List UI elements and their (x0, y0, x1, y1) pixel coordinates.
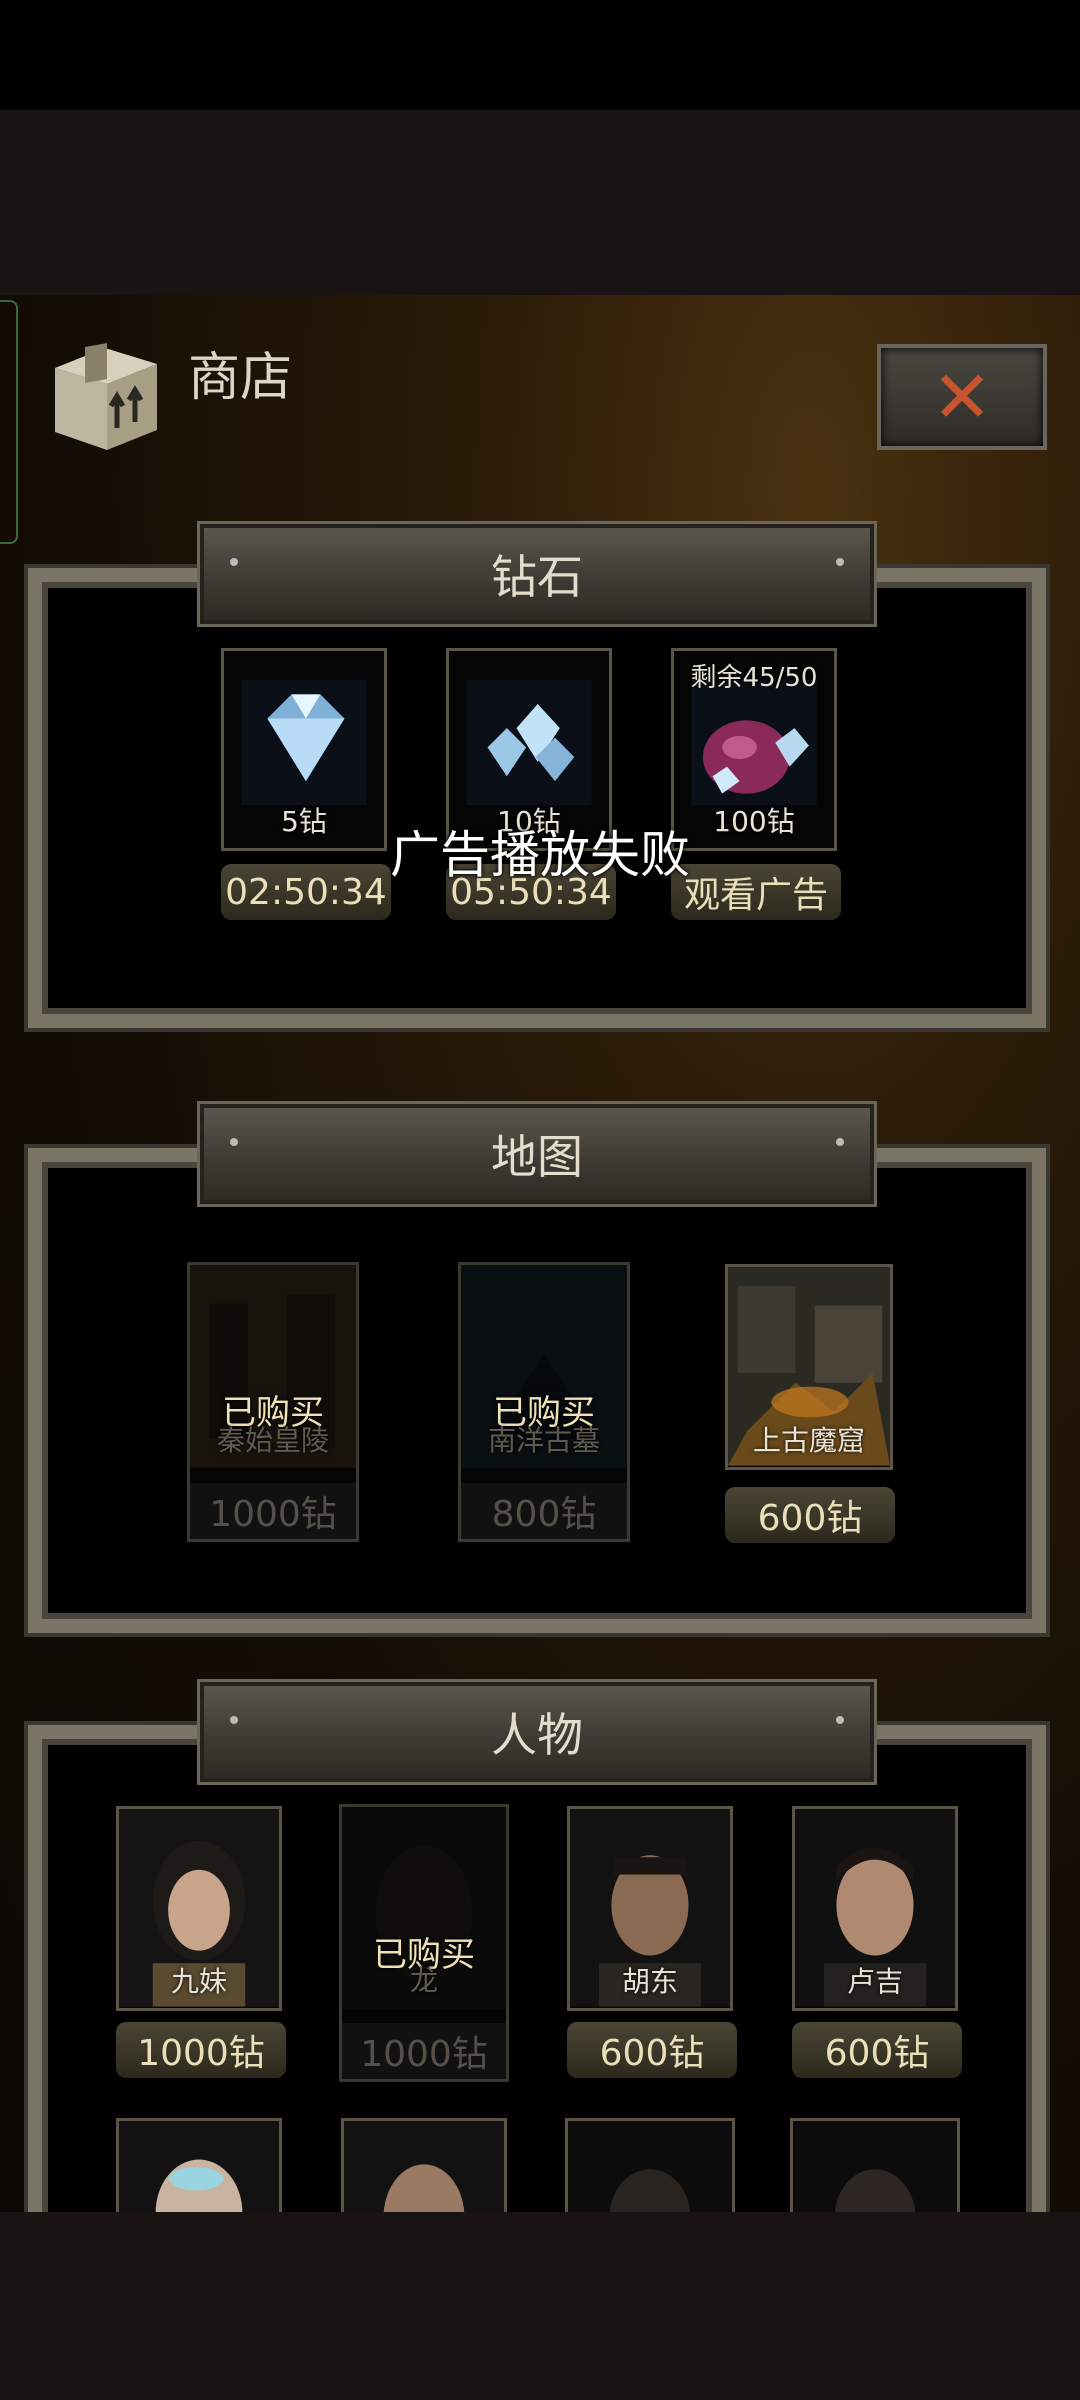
map-item-shanggu[interactable]: 上古魔窟 (725, 1264, 893, 1470)
item-label: 龙 (409, 1964, 438, 1997)
section-banner-diamond: 钻石 (200, 524, 874, 624)
item-label: 卢吉 (846, 1965, 903, 1998)
buy-character-button[interactable]: 600钻 (792, 2022, 962, 2078)
page-title: 商店 (188, 348, 293, 408)
section-banner-map: 地图 (200, 1104, 874, 1204)
character-item-hudong[interactable]: 胡东 (567, 1806, 733, 2011)
status-bar (0, 0, 1080, 110)
edge-handle[interactable] (0, 300, 18, 544)
item-price: 800钻 (461, 1483, 627, 1539)
item-price: 1000钻 (342, 2023, 506, 2079)
map-item-nanyang[interactable]: 已购买 南洋古墓 800钻 (458, 1262, 630, 1542)
buy-character-button[interactable]: 1000钻 (116, 2022, 286, 2078)
character-item-jiumei[interactable]: 九妹 (116, 1806, 282, 2011)
item-label: 上古魔窟 (752, 1424, 865, 1457)
item-label: 南洋古墓 (487, 1424, 600, 1457)
shop-box-icon (55, 343, 157, 450)
close-button[interactable]: ✕ (877, 344, 1047, 450)
character-item-luji[interactable]: 卢吉 (792, 1806, 958, 2011)
item-label: 九妹 (170, 1965, 227, 1998)
section-title: 钻石 (491, 550, 583, 604)
character-item-long[interactable]: 已购买 龙 1000钻 (339, 1804, 509, 2082)
section-banner-character: 人物 (200, 1682, 874, 1782)
item-label: 胡东 (621, 1965, 678, 1998)
navigation-bar (0, 2212, 1080, 2400)
remaining-count: 剩余45/50 (690, 663, 818, 693)
section-title: 人物 (491, 1708, 583, 1762)
item-price: 1000钻 (190, 1483, 356, 1539)
close-icon: ✕ (931, 355, 993, 439)
buy-map-button[interactable]: 600钻 (725, 1487, 895, 1543)
buy-character-button[interactable]: 600钻 (567, 2022, 737, 2078)
toast-message: 广告播放失败 (390, 826, 690, 884)
item-label: 秦始皇陵 (216, 1424, 329, 1457)
section-title: 地图 (491, 1130, 583, 1184)
map-item-qinshihuang[interactable]: 已购买 秦始皇陵 1000钻 (187, 1262, 359, 1542)
